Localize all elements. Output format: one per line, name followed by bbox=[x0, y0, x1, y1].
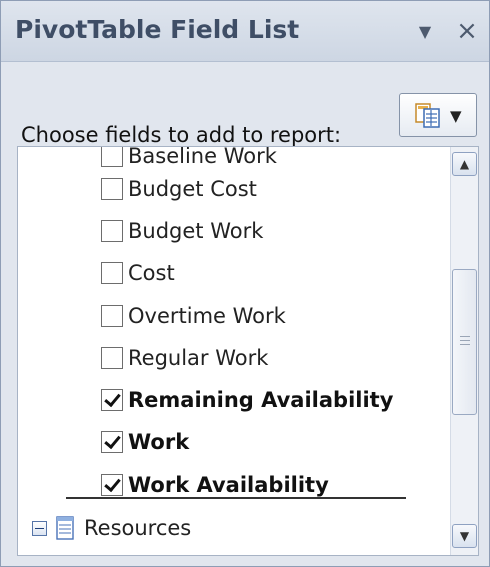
field-item-budget-cost[interactable]: Budget Cost bbox=[101, 174, 257, 204]
field-item-overtime-work[interactable]: Overtime Work bbox=[101, 301, 286, 331]
field-item-remaining-availability[interactable]: Remaining Availability bbox=[101, 385, 393, 415]
field-checkbox[interactable] bbox=[101, 147, 123, 167]
field-label: Work bbox=[128, 430, 190, 454]
field-item-work[interactable]: Work bbox=[101, 427, 189, 457]
section-divider bbox=[66, 497, 406, 499]
collapse-icon[interactable] bbox=[32, 520, 47, 536]
tree-node-resources[interactable]: Resources bbox=[32, 511, 191, 545]
field-label: Budget Work bbox=[128, 219, 264, 243]
chevron-down-icon: ▼ bbox=[450, 107, 462, 125]
grip-icon bbox=[460, 336, 470, 346]
vertical-scrollbar[interactable]: ▲ ▼ bbox=[450, 147, 478, 555]
pane-title-bar: PivotTable Field List ▼ × bbox=[1, 1, 489, 62]
field-item-work-availability[interactable]: Work Availability bbox=[101, 470, 329, 500]
field-label: Remaining Availability bbox=[128, 388, 394, 412]
field-label: Baseline Work bbox=[128, 146, 277, 168]
field-label: Overtime Work bbox=[128, 304, 286, 328]
field-label: Regular Work bbox=[128, 346, 269, 370]
choose-fields-label: Choose fields to add to report: bbox=[21, 123, 342, 147]
field-label: Budget Cost bbox=[128, 177, 257, 201]
field-checkbox-checked[interactable] bbox=[101, 474, 123, 496]
field-list[interactable]: Baseline Work Budget Cost Budget Work Co… bbox=[17, 146, 479, 556]
pivottable-field-list-pane: PivotTable Field List ▼ × Choose fields … bbox=[0, 0, 490, 567]
field-label: Work Availability bbox=[128, 473, 329, 497]
field-checkbox[interactable] bbox=[101, 178, 123, 200]
field-checkbox[interactable] bbox=[101, 220, 123, 242]
field-list-layout-button[interactable]: ▼ bbox=[399, 93, 477, 137]
scroll-down-button[interactable]: ▼ bbox=[452, 524, 477, 548]
field-checkbox[interactable] bbox=[101, 262, 123, 284]
close-icon[interactable]: × bbox=[454, 17, 480, 45]
field-checkbox-checked[interactable] bbox=[101, 431, 123, 453]
tree-node-label: Resources bbox=[84, 516, 192, 540]
pane-options-dropdown-icon[interactable]: ▼ bbox=[414, 22, 436, 42]
field-item-baseline-work[interactable]: Baseline Work bbox=[101, 146, 277, 171]
scroll-up-button[interactable]: ▲ bbox=[452, 152, 477, 176]
table-icon bbox=[56, 516, 74, 540]
field-checkbox[interactable] bbox=[101, 305, 123, 327]
field-list-layout-icon bbox=[415, 103, 440, 128]
scroll-thumb[interactable] bbox=[452, 269, 477, 415]
pane-title: PivotTable Field List bbox=[15, 15, 300, 44]
field-item-regular-work[interactable]: Regular Work bbox=[101, 343, 268, 373]
field-checkbox-checked[interactable] bbox=[101, 389, 123, 411]
field-item-budget-work[interactable]: Budget Work bbox=[101, 216, 263, 246]
field-checkbox[interactable] bbox=[101, 347, 123, 369]
field-item-cost[interactable]: Cost bbox=[101, 258, 175, 288]
field-label: Cost bbox=[128, 261, 175, 285]
